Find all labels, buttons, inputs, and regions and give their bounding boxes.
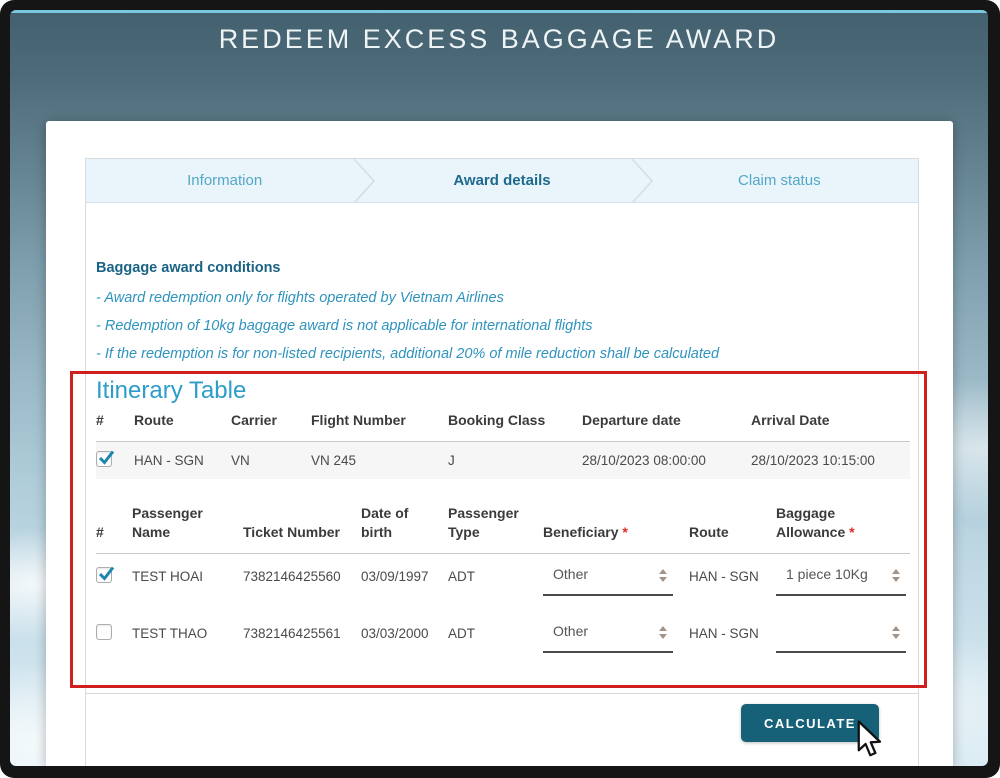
passenger-cell-dob: 03/03/2000 xyxy=(361,611,448,669)
stepper: Information Award details Claim status xyxy=(86,159,918,203)
passenger-row: TEST HOAI738214642556003/09/1997ADT Other… xyxy=(96,553,910,611)
passenger-col-header: Passenger Name xyxy=(132,504,243,553)
passenger-cell-dob: 03/09/1997 xyxy=(361,553,448,611)
passenger-body: TEST HOAI738214642556003/09/1997ADT Other… xyxy=(96,553,910,669)
header-label: # xyxy=(96,524,104,540)
select-arrows-icon xyxy=(659,566,667,582)
passenger-col-header: Ticket Number xyxy=(243,504,361,553)
row-checkbox[interactable] xyxy=(96,624,112,640)
itinerary-col-header: Departure date xyxy=(582,411,751,441)
passenger-cell-type: ADT xyxy=(448,553,543,611)
passenger-cell-ticket: 7382146425560 xyxy=(243,553,361,611)
page-title: REDEEM EXCESS BAGGAGE AWARD xyxy=(10,24,988,55)
itinerary-col-header: Carrier xyxy=(231,411,311,441)
header-label: Passenger Type xyxy=(448,505,519,540)
passenger-col-header: Baggage Allowance * xyxy=(776,504,910,553)
passenger-col-header: Route xyxy=(689,504,776,553)
passenger-row: TEST THAO738214642556103/03/2000ADT Other… xyxy=(96,611,910,669)
passenger-cell-baggage: 1 piece 10Kg xyxy=(776,553,910,611)
header-label: Date of birth xyxy=(361,505,408,540)
passenger-cell-beneficiary: Other xyxy=(543,611,689,669)
header-label: Baggage Allowance xyxy=(776,505,845,540)
baggage-allowance-select[interactable]: 1 piece 10Kg xyxy=(776,564,906,596)
passenger-cell-baggage xyxy=(776,611,910,669)
required-asterisk: * xyxy=(849,524,854,540)
row-checkbox[interactable] xyxy=(96,567,112,583)
conditions-title: Baggage award conditions xyxy=(96,260,281,276)
header-label: Passenger Name xyxy=(132,505,203,540)
required-asterisk: * xyxy=(622,524,627,540)
baggage-allowance-select[interactable] xyxy=(776,621,906,653)
chevron-separator-icon xyxy=(629,159,655,203)
content-card: Information Award details Claim status Bag… xyxy=(46,121,953,766)
itinerary-col-header: Flight Number xyxy=(311,411,448,441)
step-award-details[interactable]: Award details xyxy=(363,159,640,202)
row-checkbox[interactable] xyxy=(96,451,112,467)
passenger-cell-name: TEST THAO xyxy=(132,611,243,669)
tab-content-panel: Information Award details Claim status Bag… xyxy=(85,158,919,766)
itinerary-col-header: Booking Class xyxy=(448,411,582,441)
itinerary-cell-carrier: VN xyxy=(231,441,311,479)
passenger-cell-ticket: 7382146425561 xyxy=(243,611,361,669)
itinerary-cell-flight_number: VN 245 xyxy=(311,441,448,479)
itinerary-head: #RouteCarrierFlight NumberBooking ClassD… xyxy=(96,411,910,441)
select-value: 1 piece 10Kg xyxy=(786,566,868,582)
step-label: Claim status xyxy=(738,172,821,189)
calculate-button[interactable]: CALCULATE xyxy=(741,704,879,742)
passenger-col-header: # xyxy=(96,504,132,553)
passenger-col-header: Date of birth xyxy=(361,504,448,553)
passenger-cell-route: HAN - SGN xyxy=(689,611,776,669)
condition-item: - If the redemption is for non-listed re… xyxy=(96,346,719,362)
select-arrows-icon xyxy=(659,623,667,639)
itinerary-cell-departure: 28/10/2023 08:00:00 xyxy=(582,441,751,479)
panel-divider xyxy=(86,693,918,694)
passenger-cell-beneficiary: Other xyxy=(543,553,689,611)
passenger-table: # Passenger Name Ticket Number Date of birt… xyxy=(96,504,910,669)
passenger-col-header: Passenger Type xyxy=(448,504,543,553)
passenger-cell-type: ADT xyxy=(448,611,543,669)
itinerary-cell-booking_class: J xyxy=(448,441,582,479)
itinerary-table: #RouteCarrierFlight NumberBooking ClassD… xyxy=(96,411,910,479)
chevron-separator-icon xyxy=(351,159,377,203)
itinerary-cell-arrival: 28/10/2023 10:15:00 xyxy=(751,441,910,479)
select-arrows-icon xyxy=(892,623,900,639)
select-arrows-icon xyxy=(892,566,900,582)
step-label: Award details xyxy=(453,172,550,189)
header-label: Route xyxy=(689,524,729,540)
step-information[interactable]: Information xyxy=(86,159,363,202)
itinerary-col-header: Arrival Date xyxy=(751,411,910,441)
beneficiary-select[interactable]: Other xyxy=(543,621,673,653)
step-label: Information xyxy=(187,172,262,189)
condition-item: - Award redemption only for flights oper… xyxy=(96,290,504,306)
itinerary-col-header: Route xyxy=(134,411,231,441)
passenger-col-header: Beneficiary * xyxy=(543,504,689,553)
header-label: Beneficiary xyxy=(543,524,618,540)
itinerary-col-header: # xyxy=(96,411,134,441)
itinerary-body: HAN - SGNVNVN 245J28/10/2023 08:00:0028/… xyxy=(96,441,910,479)
passenger-cell-name: TEST HOAI xyxy=(132,553,243,611)
page-background: REDEEM EXCESS BAGGAGE AWARD Information A… xyxy=(10,10,988,766)
condition-item: - Redemption of 10kg baggage award is no… xyxy=(96,318,593,334)
itinerary-cell-route: HAN - SGN xyxy=(134,441,231,479)
beneficiary-select[interactable]: Other xyxy=(543,564,673,596)
top-accent-line xyxy=(10,10,988,13)
select-value: Other xyxy=(553,566,588,582)
passenger-head: # Passenger Name Ticket Number Date of birt… xyxy=(96,504,910,553)
select-value: Other xyxy=(553,623,588,639)
step-claim-status[interactable]: Claim status xyxy=(641,159,918,202)
itinerary-table-title: Itinerary Table xyxy=(96,377,246,405)
header-label: Ticket Number xyxy=(243,524,340,540)
passenger-cell-route: HAN - SGN xyxy=(689,553,776,611)
itinerary-row: HAN - SGNVNVN 245J28/10/2023 08:00:0028/… xyxy=(96,441,910,479)
